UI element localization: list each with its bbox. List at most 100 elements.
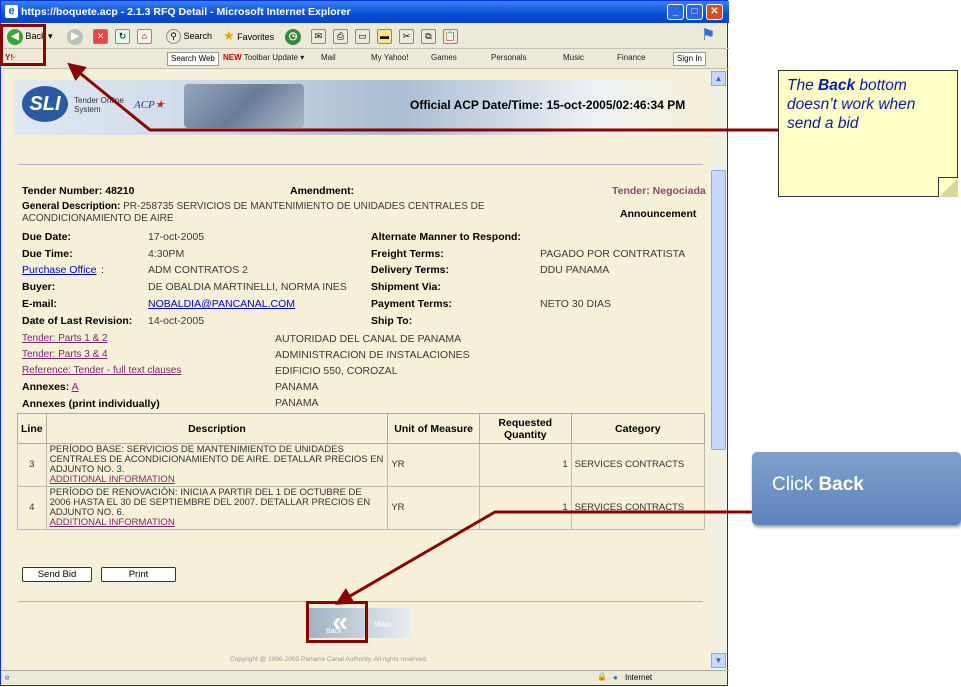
star-icon: ★ — [223, 28, 235, 43]
unit-cell: YR — [387, 443, 480, 487]
due-time-label: Due Time: — [22, 248, 73, 260]
items-table: Line Description Unit of Measure Request… — [17, 413, 706, 530]
my-yahoo-link[interactable]: My Yahoo! — [371, 53, 409, 62]
tender-parts-1-2-link[interactable]: Tender: Parts 1 & 2 — [22, 333, 108, 344]
back-nav-highlight — [306, 601, 368, 643]
quantity-cell: 1 — [478, 443, 572, 487]
amendment-label: Amendment: — [290, 185, 355, 197]
history-button[interactable]: ◷ — [285, 27, 301, 45]
search-web-button[interactable]: Search Web — [167, 52, 219, 66]
line-cell: 4 — [17, 486, 47, 530]
edit-button[interactable]: ▭ — [355, 27, 370, 45]
personals-link[interactable]: Personals — [491, 53, 527, 62]
printer-icon: ⎙ — [333, 29, 348, 45]
freight-label: Freight Terms: — [371, 248, 444, 260]
annexes: Annexes: A — [22, 381, 79, 393]
additional-info-link[interactable]: ADDITIONAL INFORMATION — [50, 474, 175, 485]
mail-icon: ✉ — [311, 29, 326, 45]
payment-value: NETO 30 DIAS — [540, 298, 611, 310]
scroll-thumb[interactable] — [711, 170, 726, 450]
paste-button[interactable]: 📋 — [443, 27, 458, 45]
purchase-office-link[interactable]: Purchase Office — [22, 264, 97, 276]
colon: : — [101, 264, 104, 276]
copy-icon: ⧉ — [421, 29, 436, 45]
col-header-quantity: Requested Quantity — [478, 413, 572, 444]
folder-icon: ▬ — [377, 29, 392, 45]
mail-link[interactable]: Mail — [321, 53, 336, 62]
page-fold-icon — [938, 177, 958, 197]
logo-tagline: Tender Online System — [74, 96, 124, 114]
toolbar-update-link[interactable]: NEW Toolbar Update ▾ — [223, 53, 304, 62]
title-bar: e https://boquete.acp - 2.1.3 RFQ Detail… — [1, 1, 729, 23]
close-button[interactable]: ✕ — [706, 4, 723, 20]
history-icon: ◷ — [285, 28, 301, 45]
line-cell: 3 — [17, 443, 47, 487]
refresh-button[interactable]: ↻ — [115, 27, 130, 45]
annex-a-link[interactable]: A — [72, 381, 79, 393]
favorites-button[interactable]: ★ Favorites — [223, 27, 274, 45]
description-cell: PERÍODO BASE: SERVICIOS DE MANTENIMIENTO… — [45, 443, 389, 487]
copy-button[interactable]: ⧉ — [421, 27, 436, 45]
mail-button[interactable]: ✉ — [311, 27, 326, 45]
ship-to-label: Ship To: — [371, 315, 413, 327]
reference-link[interactable]: Reference: Tender - full text clauses — [22, 365, 181, 376]
unit-cell: YR — [387, 486, 480, 530]
cut-button[interactable]: ✂ — [399, 27, 414, 45]
ship-to-line-4: PANAMA — [275, 381, 319, 393]
home-button[interactable]: ⌂ — [137, 27, 152, 45]
cut-icon: ✂ — [399, 29, 414, 45]
callout-back-not-working: The Back bottom doesn’t work when send a… — [778, 70, 958, 197]
official-datetime: Official ACP Date/Time: 15-oct-2005/02:4… — [410, 98, 686, 112]
table-row: 3 PERÍODO BASE: SERVICIOS DE MANTENIMIEN… — [17, 443, 706, 487]
home-icon: ⌂ — [137, 29, 152, 45]
ship-to-line-3: EDIFICIO 550, COROZAL — [275, 365, 398, 377]
forward-button[interactable]: ▶ — [67, 27, 83, 45]
search-button[interactable]: ⚲ Search — [166, 27, 212, 45]
tender-parts-3-4-link[interactable]: Tender: Parts 3 & 4 — [22, 349, 108, 360]
sign-in-button[interactable]: Sign In — [673, 52, 706, 66]
copyright: Copyright @ 1996-2003 Panama Canal Autho… — [230, 656, 428, 663]
games-link[interactable]: Games — [431, 53, 457, 62]
main-nav-link[interactable]: Main — [374, 620, 391, 629]
email-link[interactable]: NOBALDIA@PANCANAL.COM — [148, 298, 295, 310]
music-link[interactable]: Music — [563, 53, 584, 62]
callout-click-back: Click Back — [752, 452, 961, 525]
messenger-button[interactable]: ▬ — [377, 27, 392, 45]
ship-to-line-5: PANAMA — [275, 397, 319, 409]
category-cell: SERVICES CONTRACTS — [570, 443, 706, 487]
globe-icon: ● — [613, 673, 618, 682]
finance-link[interactable]: Finance — [617, 53, 645, 62]
scroll-up-arrow[interactable]: ▲ — [711, 71, 726, 86]
minimize-button[interactable]: _ — [667, 4, 684, 20]
vertical-scrollbar[interactable]: ▲ ▼ — [710, 70, 727, 670]
additional-info-link[interactable]: ADDITIONAL INFORMATION — [50, 517, 175, 528]
col-header-line: Line — [17, 413, 47, 444]
purchase-office-value: ADM CONTRATOS 2 — [148, 264, 248, 276]
search-icon: ⚲ — [166, 29, 181, 45]
maximize-button[interactable]: □ — [686, 4, 703, 20]
send-bid-button[interactable]: Send Bid — [22, 567, 92, 582]
email-label: E-mail: — [22, 298, 58, 310]
general-description-cont: ACONDICIONAMIENTO DE AIRE — [22, 213, 174, 224]
stop-button[interactable]: ✕ — [93, 27, 108, 45]
print-toolbar-button[interactable]: ⎙ — [333, 27, 348, 45]
edit-icon: ▭ — [355, 29, 370, 45]
handshake-image — [184, 84, 304, 128]
table-row: 4 PERÍODO DE RENOVACIÓN: INICIA A PARTIR… — [17, 486, 706, 530]
windows-logo-icon: ⚑ — [701, 27, 716, 44]
ship-to-line-2: ADMINISTRACION DE INSTALACIONES — [275, 349, 470, 361]
delivery-label: Delivery Terms: — [371, 264, 450, 276]
ie-icon: e — [5, 5, 18, 18]
acp-logo: ACP★ — [134, 99, 165, 111]
due-date-value: 17-oct-2005 — [148, 231, 205, 243]
zone-label: Internet — [625, 673, 653, 682]
back-toolbar-highlight — [0, 24, 46, 66]
print-button[interactable]: Print — [101, 567, 176, 582]
announcement-label: Announcement — [620, 208, 697, 220]
standard-toolbar: ◀ Back ▾ ▶ ✕ ↻ ⌂ ⚲ Search ★ Favorites ◷ … — [1, 23, 729, 49]
scroll-down-arrow[interactable]: ▼ — [711, 653, 726, 668]
ship-to-line-1: AUTORIDAD DEL CANAL DE PANAMA — [275, 333, 462, 345]
last-revision-label: Date of Last Revision: — [22, 315, 133, 327]
status-bar: e 🔒 ● Internet — [1, 670, 729, 687]
paste-icon: 📋 — [443, 29, 458, 45]
